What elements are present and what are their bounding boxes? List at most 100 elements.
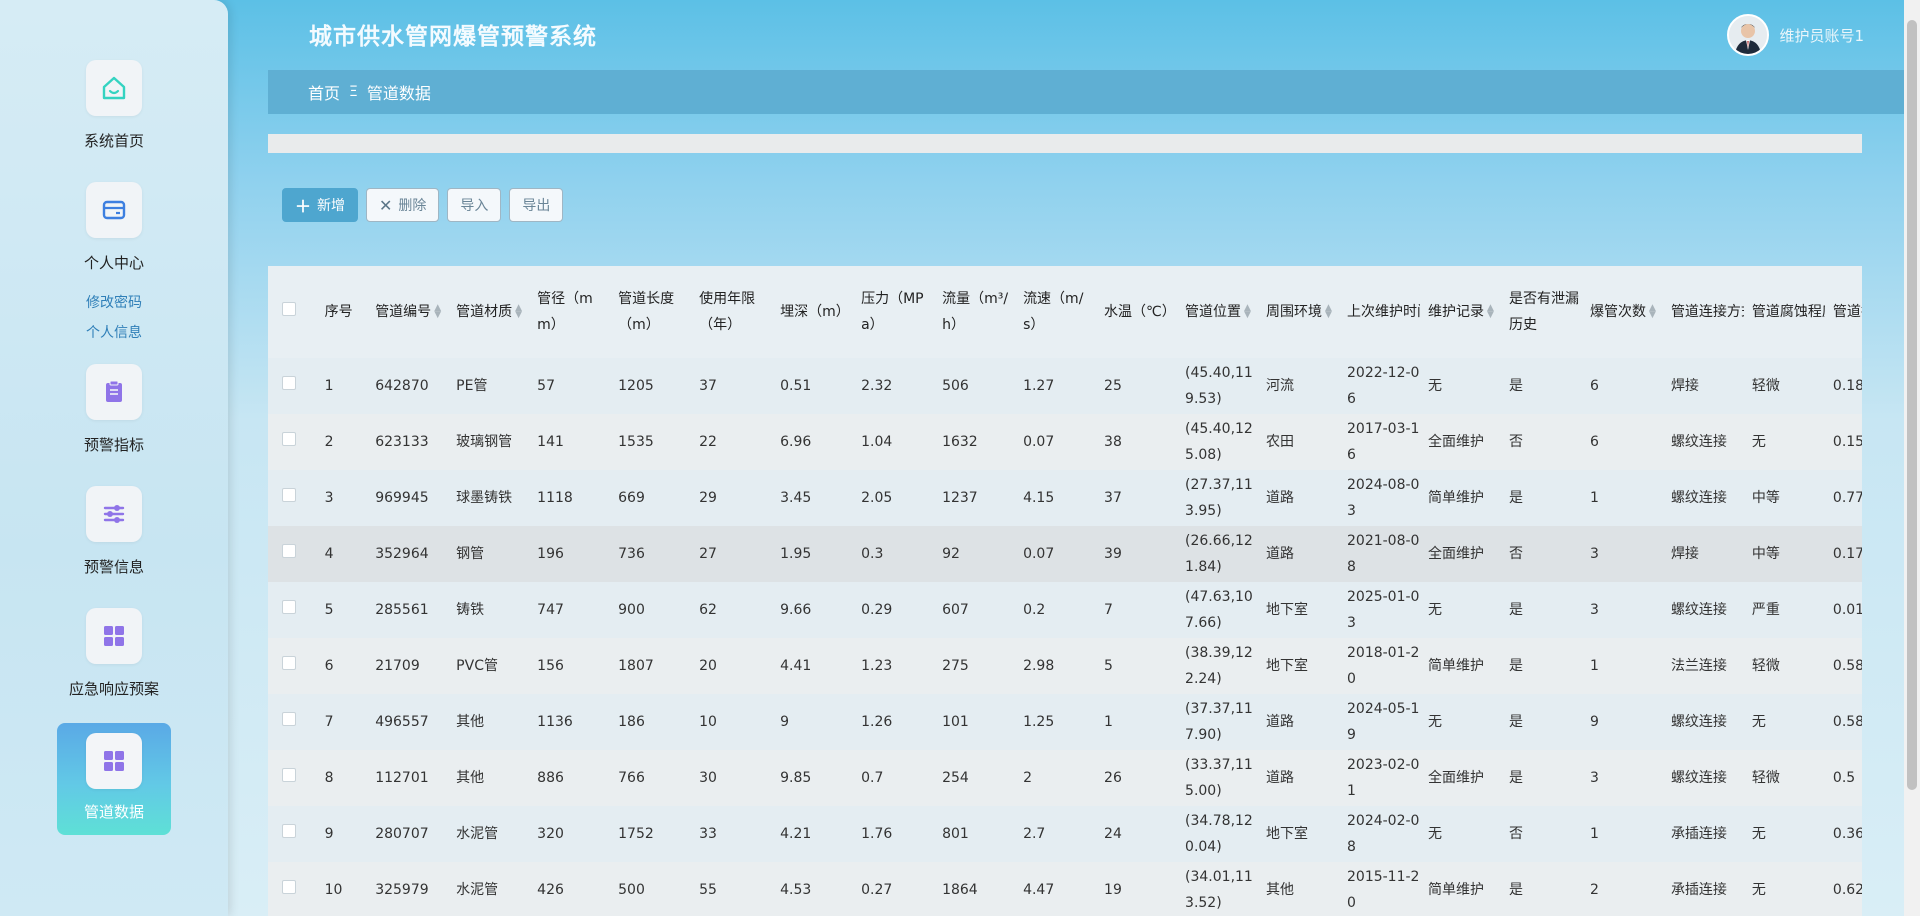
table-cell: 2 <box>1023 770 1032 786</box>
table-cell: 简单维护 <box>1427 882 1484 898</box>
table-cell: PVC管 <box>456 658 498 674</box>
row-checkbox[interactable] <box>282 712 296 726</box>
table-row[interactable]: 9 280707 水泥管 320 1752 33 4.21 1.76 801 2.7 24 (34.7… <box>268 806 1862 862</box>
add-button[interactable]: ＋ 新增 <box>282 188 359 222</box>
row-checkbox[interactable] <box>282 880 296 894</box>
table-cell: 0.07 <box>1023 546 1055 562</box>
table-row[interactable]: 2 623133 玻璃钢管 141 1535 22 6.96 1.04 1632 0.07 38 (4… <box>268 414 1862 470</box>
table-cell: 7 <box>324 714 334 730</box>
column-header: 序号 <box>324 304 353 320</box>
table-cell: 承插连接 <box>1670 882 1727 898</box>
table-cell: 24 <box>1104 826 1122 842</box>
table-cell: 焊接 <box>1670 546 1699 562</box>
table-cell: 0.29 <box>861 602 893 618</box>
table-row[interactable]: 3 969945 球墨铸铁 1118 669 29 3.45 2.05 1237 4.15 37 (2… <box>268 470 1862 526</box>
table-cell: 37 <box>699 378 717 394</box>
table-cell: 承插连接 <box>1670 826 1727 842</box>
select-all-checkbox[interactable] <box>282 302 296 316</box>
column-header[interactable]: 管道材质 ▲ ▼ <box>448 266 529 358</box>
sidebar-item-emergency-plan[interactable]: 应急响应预案 <box>0 608 228 699</box>
table-cell: 其他 <box>1266 882 1295 898</box>
row-checkbox[interactable] <box>282 544 296 558</box>
table-cell: 0.62 <box>1832 882 1862 898</box>
row-checkbox[interactable] <box>282 376 296 390</box>
breadcrumb-home[interactable]: 首页 <box>308 80 340 104</box>
table-row[interactable]: 7 496557 其他 1136 186 10 9 1.26 101 1.25 1 (37.37,11… <box>268 694 1862 750</box>
table-cell: 29 <box>699 490 717 506</box>
personal-info-link[interactable]: 个人信息 <box>0 322 228 342</box>
sidebar-item-warning-indicators[interactable]: 预警指标 <box>0 364 228 455</box>
row-checkbox[interactable] <box>282 656 296 670</box>
table-cell: 是 <box>1508 714 1523 730</box>
table-cell: 法兰连接 <box>1670 658 1727 674</box>
table-cell: 30 <box>699 770 717 786</box>
row-checkbox[interactable] <box>282 600 296 614</box>
table-row[interactable]: 10 325979 水泥管 426 500 55 4.53 0.27 1864 4.47 19 (34… <box>268 862 1862 916</box>
table-cell: 1.25 <box>1023 714 1055 730</box>
sort-icon[interactable]: ▲ ▼ <box>1325 304 1332 320</box>
table-row[interactable]: 6 21709 PVC管 156 1807 20 4.41 1.23 275 2.98 5 (38.3… <box>268 638 1862 694</box>
sidebar-item-personal-center[interactable]: 个人中心 <box>0 182 228 273</box>
table-cell: 螺纹连接 <box>1670 490 1727 506</box>
column-header[interactable]: 周围环境 ▲ ▼ <box>1258 266 1339 358</box>
table-cell: 2.7 <box>1023 826 1046 842</box>
table-cell: 0.18 <box>1832 378 1862 394</box>
scrollbar[interactable] <box>1904 0 1920 916</box>
sort-icon[interactable]: ▲ ▼ <box>1649 304 1656 320</box>
column-header[interactable]: 上次维护时间 <box>1339 266 1420 358</box>
sort-icon[interactable]: ▲ ▼ <box>434 304 441 320</box>
column-header[interactable]: 管道位置 ▲ ▼ <box>1177 266 1258 358</box>
table-cell: 506 <box>942 378 969 394</box>
import-button-label: 导入 <box>460 198 489 214</box>
delete-button-label: 删除 <box>398 198 427 214</box>
table-cell: 0.01 <box>1832 602 1862 618</box>
delete-button[interactable]: ✕ 删除 <box>366 188 440 222</box>
table-cell: 无 <box>1751 434 1766 450</box>
sidebar-item-pipe-data[interactable]: 管道数据 <box>57 723 171 835</box>
table-row[interactable]: 1 642870 PE管 57 1205 37 0.51 2.32 506 1.27 25 (45.4… <box>268 358 1862 414</box>
column-header[interactable]: 维护记录 ▲ ▼ <box>1420 266 1501 358</box>
pipe-data-table: 序号 管道编号 ▲ ▼ 管道材质 ▲ ▼ 管径（mm） 管道长度（m） 使用年限（年） … <box>268 266 1862 916</box>
row-checkbox[interactable] <box>282 488 296 502</box>
table-cell: 简单维护 <box>1427 490 1484 506</box>
table-row[interactable]: 5 285561 铸铁 747 900 62 9.66 0.29 607 0.2 7 (47.63,1… <box>268 582 1862 638</box>
sort-icon[interactable]: ▲ ▼ <box>515 304 522 320</box>
table-cell: 55 <box>699 882 717 898</box>
table-cell: 2024-05-19 <box>1347 701 1420 743</box>
column-header[interactable]: 爆管次数 ▲ ▼ <box>1582 266 1663 358</box>
table-cell: 2018-01-20 <box>1347 645 1420 687</box>
row-checkbox[interactable] <box>282 824 296 838</box>
table-cell: 38 <box>1104 434 1122 450</box>
row-checkbox[interactable] <box>282 432 296 446</box>
sidebar-item-warning-info[interactable]: 预警信息 <box>0 486 228 577</box>
table-cell: 969945 <box>375 490 429 506</box>
export-button[interactable]: 导出 <box>509 188 564 222</box>
table-cell: 0.77 <box>1832 490 1862 506</box>
table-row[interactable]: 4 352964 钢管 196 736 27 1.95 0.3 92 0.07 39 (26.66,1… <box>268 526 1862 582</box>
table-cell: 21709 <box>375 658 420 674</box>
table-cell: 1.76 <box>861 826 893 842</box>
import-button[interactable]: 导入 <box>447 188 502 222</box>
sidebar-item-home[interactable]: 系统首页 <box>0 60 228 151</box>
table-cell: 196 <box>537 546 564 562</box>
user-menu[interactable]: 维护员账号1 <box>1727 14 1864 56</box>
column-header[interactable]: 管道编号 ▲ ▼ <box>367 266 448 358</box>
column-header: 管道腐蚀程度 <box>1751 304 1825 320</box>
row-checkbox[interactable] <box>282 768 296 782</box>
table-cell: 0.5 <box>1832 770 1856 786</box>
table-cell: 22 <box>699 434 717 450</box>
table-row[interactable]: 8 112701 其他 886 766 30 9.85 0.7 254 2 26 (33.37,115… <box>268 750 1862 806</box>
table-cell: 无 <box>1751 826 1766 842</box>
table-cell: (45.40,125.08) <box>1185 421 1253 463</box>
table-cell: 铸铁 <box>456 602 485 618</box>
change-password-link[interactable]: 修改密码 <box>0 292 228 312</box>
add-button-label: 新增 <box>317 198 346 214</box>
table-cell: 1632 <box>942 434 978 450</box>
table-cell: (45.40,119.53) <box>1185 365 1253 407</box>
table-cell: 6.96 <box>780 434 812 450</box>
scrollbar-thumb[interactable] <box>1907 20 1917 790</box>
table-cell: 中等 <box>1751 546 1780 562</box>
table-cell: 1.26 <box>861 714 893 730</box>
sort-icon[interactable]: ▲ ▼ <box>1487 304 1494 320</box>
sort-icon[interactable]: ▲ ▼ <box>1244 304 1251 320</box>
